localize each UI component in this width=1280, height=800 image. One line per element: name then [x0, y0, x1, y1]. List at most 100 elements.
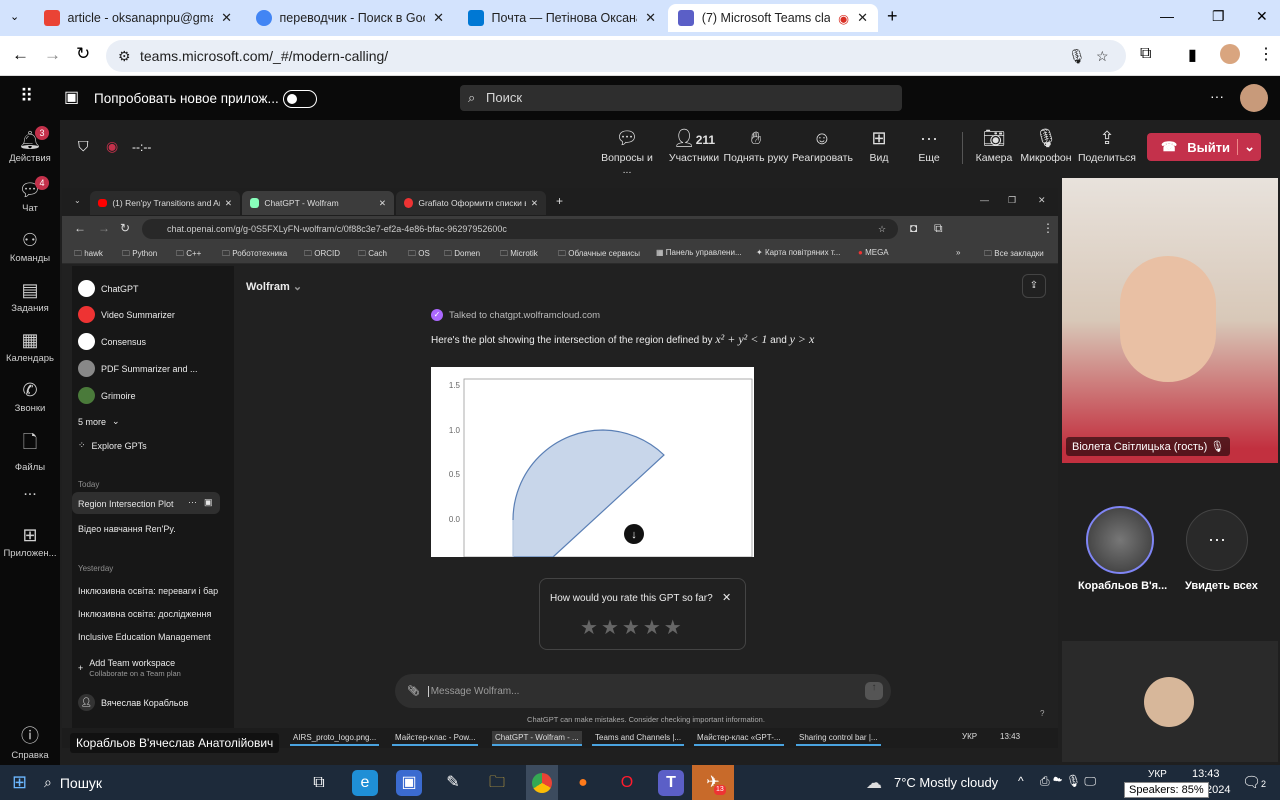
mic-button[interactable]: 🎙︎ Микрофон	[1018, 128, 1074, 164]
camera-button[interactable]: 📷︎ Камера	[972, 128, 1016, 164]
user-avatar[interactable]	[1240, 84, 1268, 112]
gpt-video-summarizer[interactable]: Video Summarizer	[78, 306, 175, 323]
try-new-toggle[interactable]	[283, 90, 317, 108]
telegram-icon[interactable]: ✈ 13	[692, 765, 734, 800]
share-icon[interactable]: ⇪	[1022, 274, 1046, 298]
bookmark[interactable]: 🗀 Облачные сервисы	[558, 248, 640, 262]
app-icon[interactable]: ✎	[440, 770, 466, 796]
more-icon[interactable]: ···	[1210, 88, 1224, 104]
tab-outlook[interactable]: Почта — Петінова Оксана Бор✕	[458, 4, 666, 32]
all-bookmarks[interactable]: 🗀 Все закладки	[984, 248, 1044, 262]
app-icon[interactable]: ▣	[396, 770, 422, 796]
task-view-icon[interactable]: ⧉	[306, 770, 332, 796]
gpt-chatgpt[interactable]: ChatGPT	[78, 280, 139, 297]
rail-assignments[interactable]: ▤ Задания	[0, 280, 60, 314]
star-rating[interactable]: ★★★★★	[580, 615, 685, 640]
new-tab-button[interactable]: +	[887, 6, 898, 27]
conversation[interactable]: Inclusive Education Management	[78, 632, 220, 642]
bookmark-star-icon[interactable]: ☆	[1096, 40, 1109, 72]
rail-teams[interactable]: ⚇ Команды	[0, 230, 60, 264]
taskbar-search[interactable]: ⌕ Пошук	[44, 765, 298, 800]
notifications-icon[interactable]: 🗨︎2	[1242, 773, 1266, 791]
shared-tab-youtube[interactable]: (1) Ren'py Transitions and Anim✕	[90, 191, 240, 215]
gpt-consensus[interactable]: Consensus	[78, 333, 146, 350]
side-panel-icon[interactable]: ▮	[1188, 45, 1197, 65]
gpt-grimoire[interactable]: Grimoire	[78, 387, 136, 404]
file-explorer-icon[interactable]: 🗀	[484, 770, 510, 796]
more-gpts[interactable]: 5 more ⌄	[78, 416, 120, 427]
share-button[interactable]: ⇪ Поделиться	[1078, 128, 1136, 164]
archive-icon[interactable]: ▣	[204, 497, 213, 508]
rail-more[interactable]: ...	[0, 482, 60, 500]
qa-button[interactable]: 💬︎ Вопросы и ...	[596, 128, 658, 176]
more-button[interactable]: ··· Еще	[910, 128, 948, 164]
weather-text[interactable]: 7°C Mostly cloudy	[894, 775, 998, 790]
taskbar-window[interactable]: AIRS_proto_logo.png...	[290, 731, 380, 746]
close-window-button[interactable]: ✕	[1256, 8, 1268, 25]
bookmark[interactable]: 🗀 C++	[176, 248, 201, 262]
menu-icon[interactable]: ⋮	[1042, 221, 1054, 235]
close-icon[interactable]: ✕	[645, 10, 656, 26]
extension-icon[interactable]: ◘	[910, 221, 917, 235]
taskbar-window[interactable]: ChatGPT - Wolfram - ...	[492, 731, 582, 746]
participants-button[interactable]: 👤︎211 Участники	[666, 128, 722, 164]
rail-help[interactable]: ⓘ Справка	[0, 722, 60, 761]
shared-tab-chatgpt[interactable]: ChatGPT - Wolfram ✕	[242, 191, 394, 215]
help-icon[interactable]: ?	[1040, 709, 1044, 718]
taskbar-window[interactable]: Sharing control bar |...	[796, 731, 881, 746]
bookmark[interactable]: 🗀 Microtik	[500, 248, 538, 262]
rail-activity[interactable]: 🔔︎ 3 Действия	[0, 126, 60, 164]
rail-files[interactable]: 🗋 Файлы	[0, 430, 60, 473]
restore-button[interactable]: ❐	[1212, 8, 1225, 25]
more-icon[interactable]: ···	[188, 497, 197, 507]
close-icon[interactable]: ✕	[221, 10, 232, 26]
forward-button[interactable]: →	[98, 221, 110, 235]
reload-button[interactable]: ↻	[76, 44, 90, 64]
bookmark[interactable]: 🗀 OS	[408, 248, 430, 262]
plugin-status[interactable]: ✓ Talked to chatgpt.wolframcloud.com	[431, 309, 600, 321]
back-button[interactable]: ←	[74, 221, 86, 235]
rail-calendar[interactable]: ▦ Календарь	[0, 330, 60, 364]
conversation[interactable]: Інклюзивна освіта: переваги і бар	[78, 586, 220, 596]
teams-icon[interactable]: T	[658, 770, 684, 796]
see-all-button[interactable]: ···	[1186, 509, 1248, 571]
conversation[interactable]: Інклюзивна освіта: дослідження	[78, 609, 220, 619]
minimize-button[interactable]: —	[980, 195, 989, 205]
tab-list-button[interactable]: ⌄	[10, 10, 19, 23]
conversation-active[interactable]: Region Intersection Plot ··· ▣	[72, 492, 220, 514]
bookmark[interactable]: ▦ Панель управлени...	[656, 248, 742, 257]
close-window-button[interactable]: ✕	[1038, 195, 1046, 206]
participant-avatar[interactable]	[1086, 506, 1154, 574]
edge-icon[interactable]: e	[352, 770, 378, 796]
url-input[interactable]: ⚙ teams.microsoft.com/_#/modern-calling/ …	[106, 40, 1126, 72]
firefox-icon[interactable]: ●	[570, 770, 596, 796]
explore-gpts[interactable]: ⁘ Explore GPTs	[78, 440, 147, 451]
language[interactable]: УКР	[1148, 769, 1167, 780]
shared-url-input[interactable]: chat.openai.com/g/g-0S5FXLyFN-wolfram/c/…	[142, 219, 898, 239]
extensions-icon[interactable]: ⧉	[1140, 45, 1151, 63]
mic-icon[interactable]: 🎙	[1068, 40, 1086, 72]
bookmark[interactable]: 🗀 Cach	[358, 248, 387, 262]
gpt-pdf-summarizer[interactable]: PDF Summarizer and ...	[78, 360, 198, 377]
restore-button[interactable]: ❐	[1008, 195, 1016, 206]
react-button[interactable]: ☺ Реагировать	[792, 128, 853, 164]
bookmark[interactable]: 🗀 Робототехника	[222, 248, 287, 262]
message-input[interactable]: 📎︎ Message Wolfram... ↑	[395, 674, 891, 708]
model-selector[interactable]: Wolfram ⌄	[246, 280, 302, 293]
taskbar-window[interactable]: Майстер-клас «GPT-...	[694, 731, 784, 746]
taskbar-window[interactable]: Teams and Channels |...	[592, 731, 685, 746]
rail-calls[interactable]: ✆ Звонки	[0, 380, 60, 414]
tab-teams[interactable]: (7) Microsoft Teams classic◉✕	[668, 4, 878, 32]
close-icon[interactable]: ✕	[857, 10, 868, 26]
chevron-down-icon[interactable]: ⌄	[1237, 139, 1255, 155]
tab-gmail[interactable]: article - oksanapnpu@gmail.com✕	[34, 4, 242, 32]
leave-button[interactable]: ☎ Выйти ⌄	[1147, 133, 1261, 161]
rail-apps[interactable]: ⊞ Приложен...	[0, 525, 60, 559]
new-tab-button[interactable]: +	[556, 194, 563, 208]
bookmark-star-icon[interactable]: ☆	[878, 219, 886, 239]
bookmark[interactable]: 🗀 ORCID	[304, 248, 340, 262]
star-icon[interactable]: ★	[601, 617, 622, 639]
forward-button[interactable]: →	[44, 45, 61, 65]
bookmark[interactable]: ● MEGA	[858, 248, 889, 257]
chevron-up-icon[interactable]: ^	[1018, 774, 1024, 788]
